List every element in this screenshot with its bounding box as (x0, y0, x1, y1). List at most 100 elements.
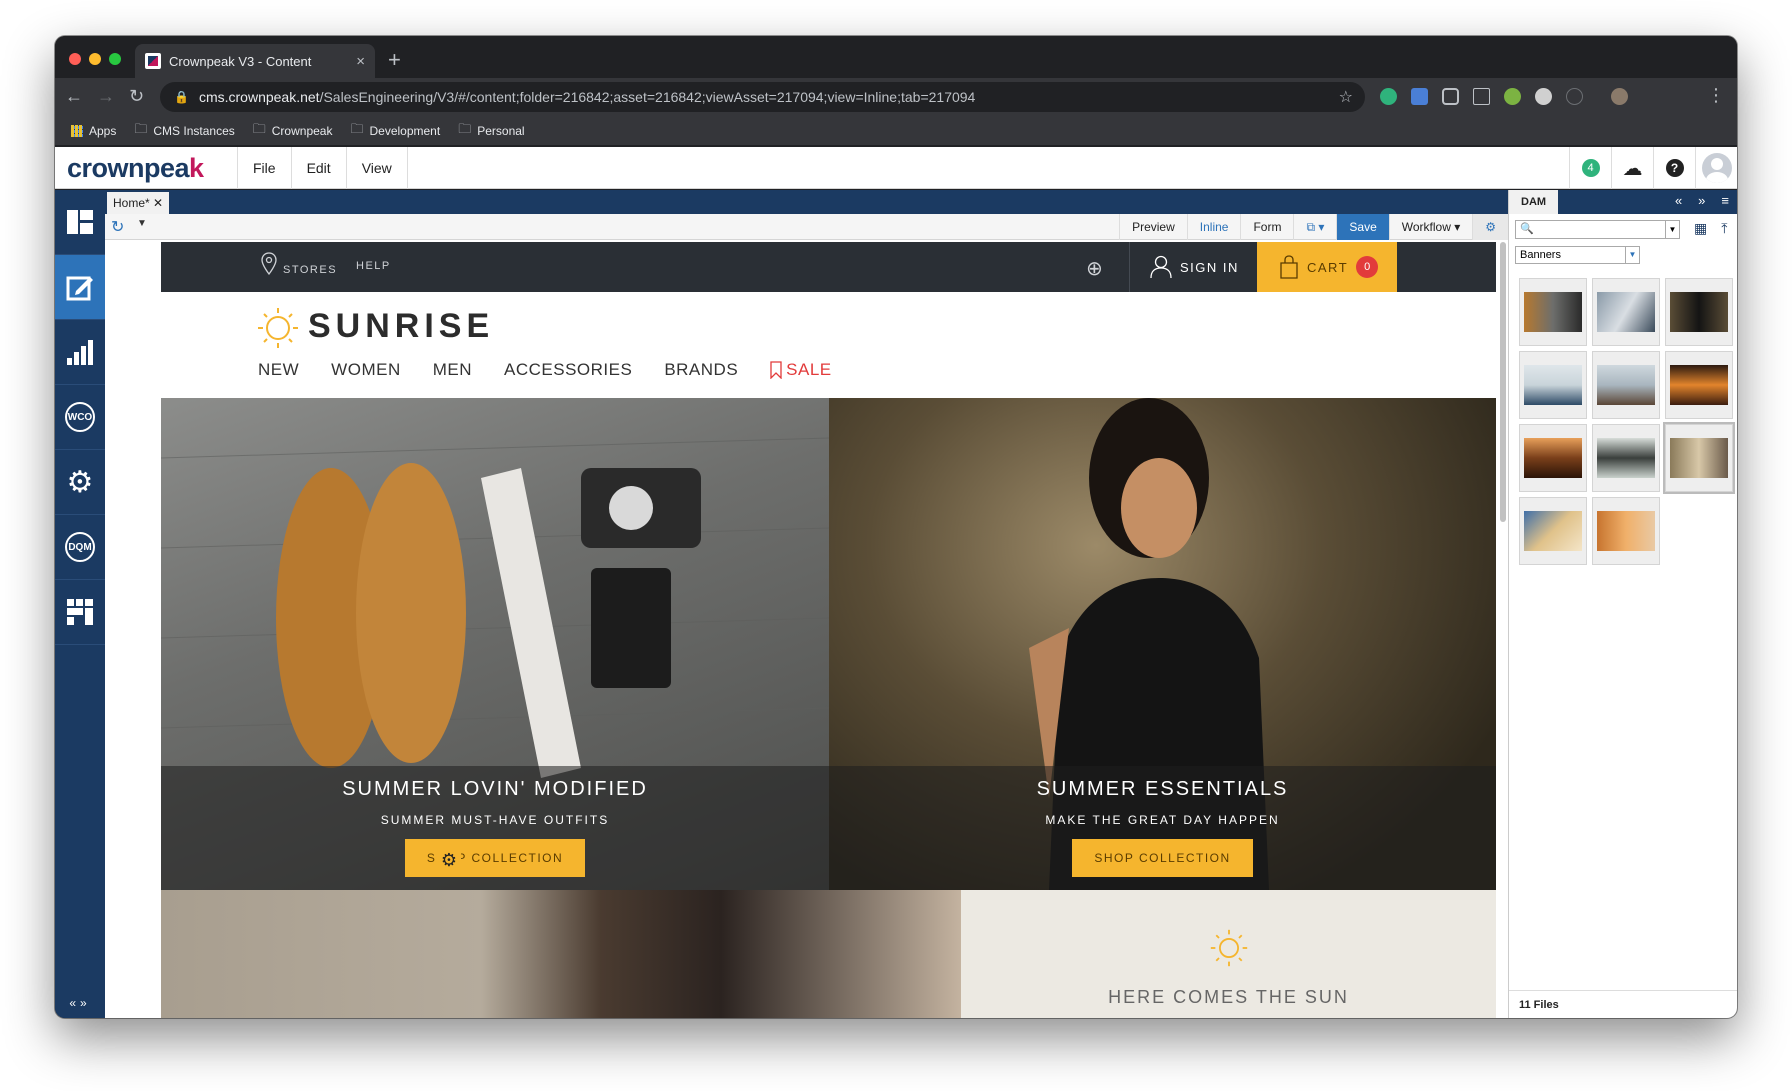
circle-extension-icon[interactable] (1535, 88, 1552, 105)
thumb-sunset-pier[interactable] (1665, 351, 1733, 419)
thumb-beach-feet[interactable] (1519, 497, 1587, 565)
pocket-extension-icon[interactable] (1442, 88, 1459, 105)
form-mode-button[interactable]: Form (1240, 214, 1293, 240)
hero1-subtitle: SUMMER MUST-HAVE OUTFITS (380, 813, 610, 827)
upload-cloud-icon[interactable]: ☁ (1611, 147, 1653, 189)
dam-search-input[interactable]: 🔍 ▼ (1515, 220, 1680, 239)
preview-mode-button[interactable]: Preview (1119, 214, 1187, 240)
edit-component-gear-icon[interactable]: ⚙ (437, 848, 461, 872)
profile-icon[interactable] (1611, 88, 1628, 105)
nav-women[interactable]: WOMEN (331, 360, 401, 380)
globe-icon[interactable]: ⊕ (1086, 256, 1103, 281)
notification-badge: 4 (1581, 159, 1600, 177)
help-icon[interactable]: ? (1653, 147, 1695, 189)
save-button[interactable]: Save (1336, 214, 1389, 240)
hero-banner-shoes[interactable]: SUMMER LOVIN' MODIFIED SUMMER MUST-HAVE … (161, 398, 829, 890)
dam-tab[interactable]: DAM (1509, 190, 1559, 214)
help-link[interactable]: HELP (356, 260, 391, 272)
search-dropdown-icon[interactable]: ▼ (1665, 221, 1679, 238)
thumb-sunglasses[interactable] (1592, 424, 1660, 492)
collapse-nav-arrows-icon[interactable]: «» (55, 996, 105, 1010)
stores-link[interactable]: STORES (261, 252, 337, 276)
document-toolbar: ↻ ▼ Preview Inline Form ⧉ ▾ Save Workflo… (105, 214, 1508, 240)
site-logo[interactable]: SUNRISE (256, 304, 494, 348)
hero-banner-woman[interactable]: SUMMER ESSENTIALS MAKE THE GREAT DAY HAP… (829, 398, 1496, 890)
thumb-desk[interactable] (1592, 278, 1660, 346)
grammarly-extension-icon[interactable] (1380, 88, 1397, 105)
cart-button[interactable]: CART 0 (1257, 242, 1397, 292)
open-external-icon[interactable]: ⧉ ▾ (1293, 214, 1336, 240)
nav-men[interactable]: MEN (433, 360, 472, 380)
menu-file[interactable]: File (238, 147, 292, 189)
expand-right-icon[interactable]: » (1698, 193, 1705, 208)
settings-gear-icon[interactable]: ⚙ (1472, 214, 1508, 240)
dam-header: DAM « » ≡ (1509, 190, 1737, 214)
browser-menu-icon[interactable]: ⋮ (1707, 85, 1725, 106)
bookmark-development[interactable]: 🗀 Development (350, 120, 440, 142)
thumb-summer-banner[interactable] (1519, 424, 1587, 492)
thumb-man-beach[interactable] (1592, 351, 1660, 419)
thumb-shoes[interactable] (1519, 278, 1587, 346)
dam-folder-select[interactable]: Banners ▼ (1515, 246, 1640, 264)
minimize-window-button[interactable] (89, 53, 101, 65)
address-bar[interactable]: 🔒 cms.crownpeak.net/SalesEngineering/V3/… (160, 82, 1365, 112)
crownpeak-logo[interactable]: crownpeak (67, 153, 204, 184)
forward-icon[interactable]: → (97, 86, 115, 107)
menu-edit[interactable]: Edit (292, 147, 347, 189)
bookmark-personal[interactable]: 🗀 Personal (458, 120, 524, 142)
nav-dashboard-icon[interactable] (55, 190, 105, 255)
notifications-button[interactable]: 4 (1569, 147, 1611, 189)
upload-icon[interactable]: ⤒ (1721, 220, 1727, 237)
workflow-dropdown[interactable]: Workflow ▾ (1388, 214, 1472, 240)
close-tab-icon[interactable]: × (356, 53, 365, 70)
dam-menu-icon[interactable]: ≡ (1721, 193, 1729, 208)
hero1-shop-button[interactable]: SHOP COLLECTION (404, 839, 586, 877)
nav-sale[interactable]: SALE (770, 360, 831, 380)
nav-dqm-icon[interactable]: DQM (55, 515, 105, 580)
info-extension-icon[interactable] (1566, 88, 1583, 105)
new-tab-icon[interactable]: + (388, 47, 401, 73)
nav-widgets-icon[interactable] (55, 580, 105, 645)
thumb-woman-black[interactable] (1665, 278, 1733, 346)
bookmark-crownpeak[interactable]: 🗀 Crownpeak (253, 120, 333, 142)
thumb-woman-sunglasses[interactable] (1663, 422, 1735, 494)
doc-tab-home[interactable]: Home* ✕ (107, 192, 170, 214)
thumb-sunset-hands[interactable] (1592, 497, 1660, 565)
nav-settings-gear-icon[interactable]: ⚙ (55, 450, 105, 515)
nav-accessories[interactable]: ACCESSORIES (504, 360, 632, 380)
bookmark-apps[interactable]: Apps (71, 124, 116, 138)
close-window-button[interactable] (69, 53, 81, 65)
nav-edit-icon[interactable] (55, 255, 105, 320)
back-icon[interactable]: ← (65, 86, 83, 107)
url-domain: cms.crownpeak.net (198, 89, 320, 105)
nav-brands[interactable]: BRANDS (664, 360, 738, 380)
refresh-icon[interactable]: ↻ (111, 217, 124, 237)
bookmark-icon (770, 361, 782, 379)
hero2-title: SUMMER ESSENTIALS (1036, 778, 1289, 800)
inline-mode-button[interactable]: Inline (1186, 214, 1241, 240)
content-scrollbar[interactable] (1499, 242, 1507, 962)
refresh-dropdown-icon[interactable]: ▼ (137, 218, 147, 229)
scrollbar-thumb[interactable] (1500, 242, 1506, 522)
reload-icon[interactable]: ↻ (129, 86, 144, 107)
nav-reports-icon[interactable] (55, 320, 105, 385)
bookmark-cms-instances[interactable]: 🗀 CMS Instances (134, 120, 234, 142)
tab-strip: Crownpeak V3 - Content × + (55, 36, 1737, 78)
nav-wco-icon[interactable]: WCO (55, 385, 105, 450)
grid-view-icon[interactable]: ▦ (1694, 220, 1707, 237)
browser-tab[interactable]: Crownpeak V3 - Content × (135, 44, 375, 78)
hero2-shop-button[interactable]: SHOP COLLECTION (1072, 839, 1253, 877)
translate-extension-icon[interactable] (1411, 88, 1428, 105)
green-extension-icon[interactable] (1504, 88, 1521, 105)
sign-in-link[interactable]: SIGN IN (1129, 242, 1259, 292)
fio-extension-icon[interactable] (1473, 88, 1490, 105)
bookmark-star-icon[interactable]: ☆ (1339, 87, 1353, 107)
collapse-left-icon[interactable]: « (1675, 193, 1682, 208)
close-doc-tab-icon[interactable]: ✕ (153, 196, 163, 210)
sun-icon (1210, 929, 1247, 967)
thumb-woman-portrait[interactable] (1519, 351, 1587, 419)
user-avatar[interactable] (1695, 147, 1737, 189)
menu-view[interactable]: View (347, 147, 408, 189)
maximize-window-button[interactable] (109, 53, 121, 65)
nav-new[interactable]: NEW (258, 360, 299, 380)
